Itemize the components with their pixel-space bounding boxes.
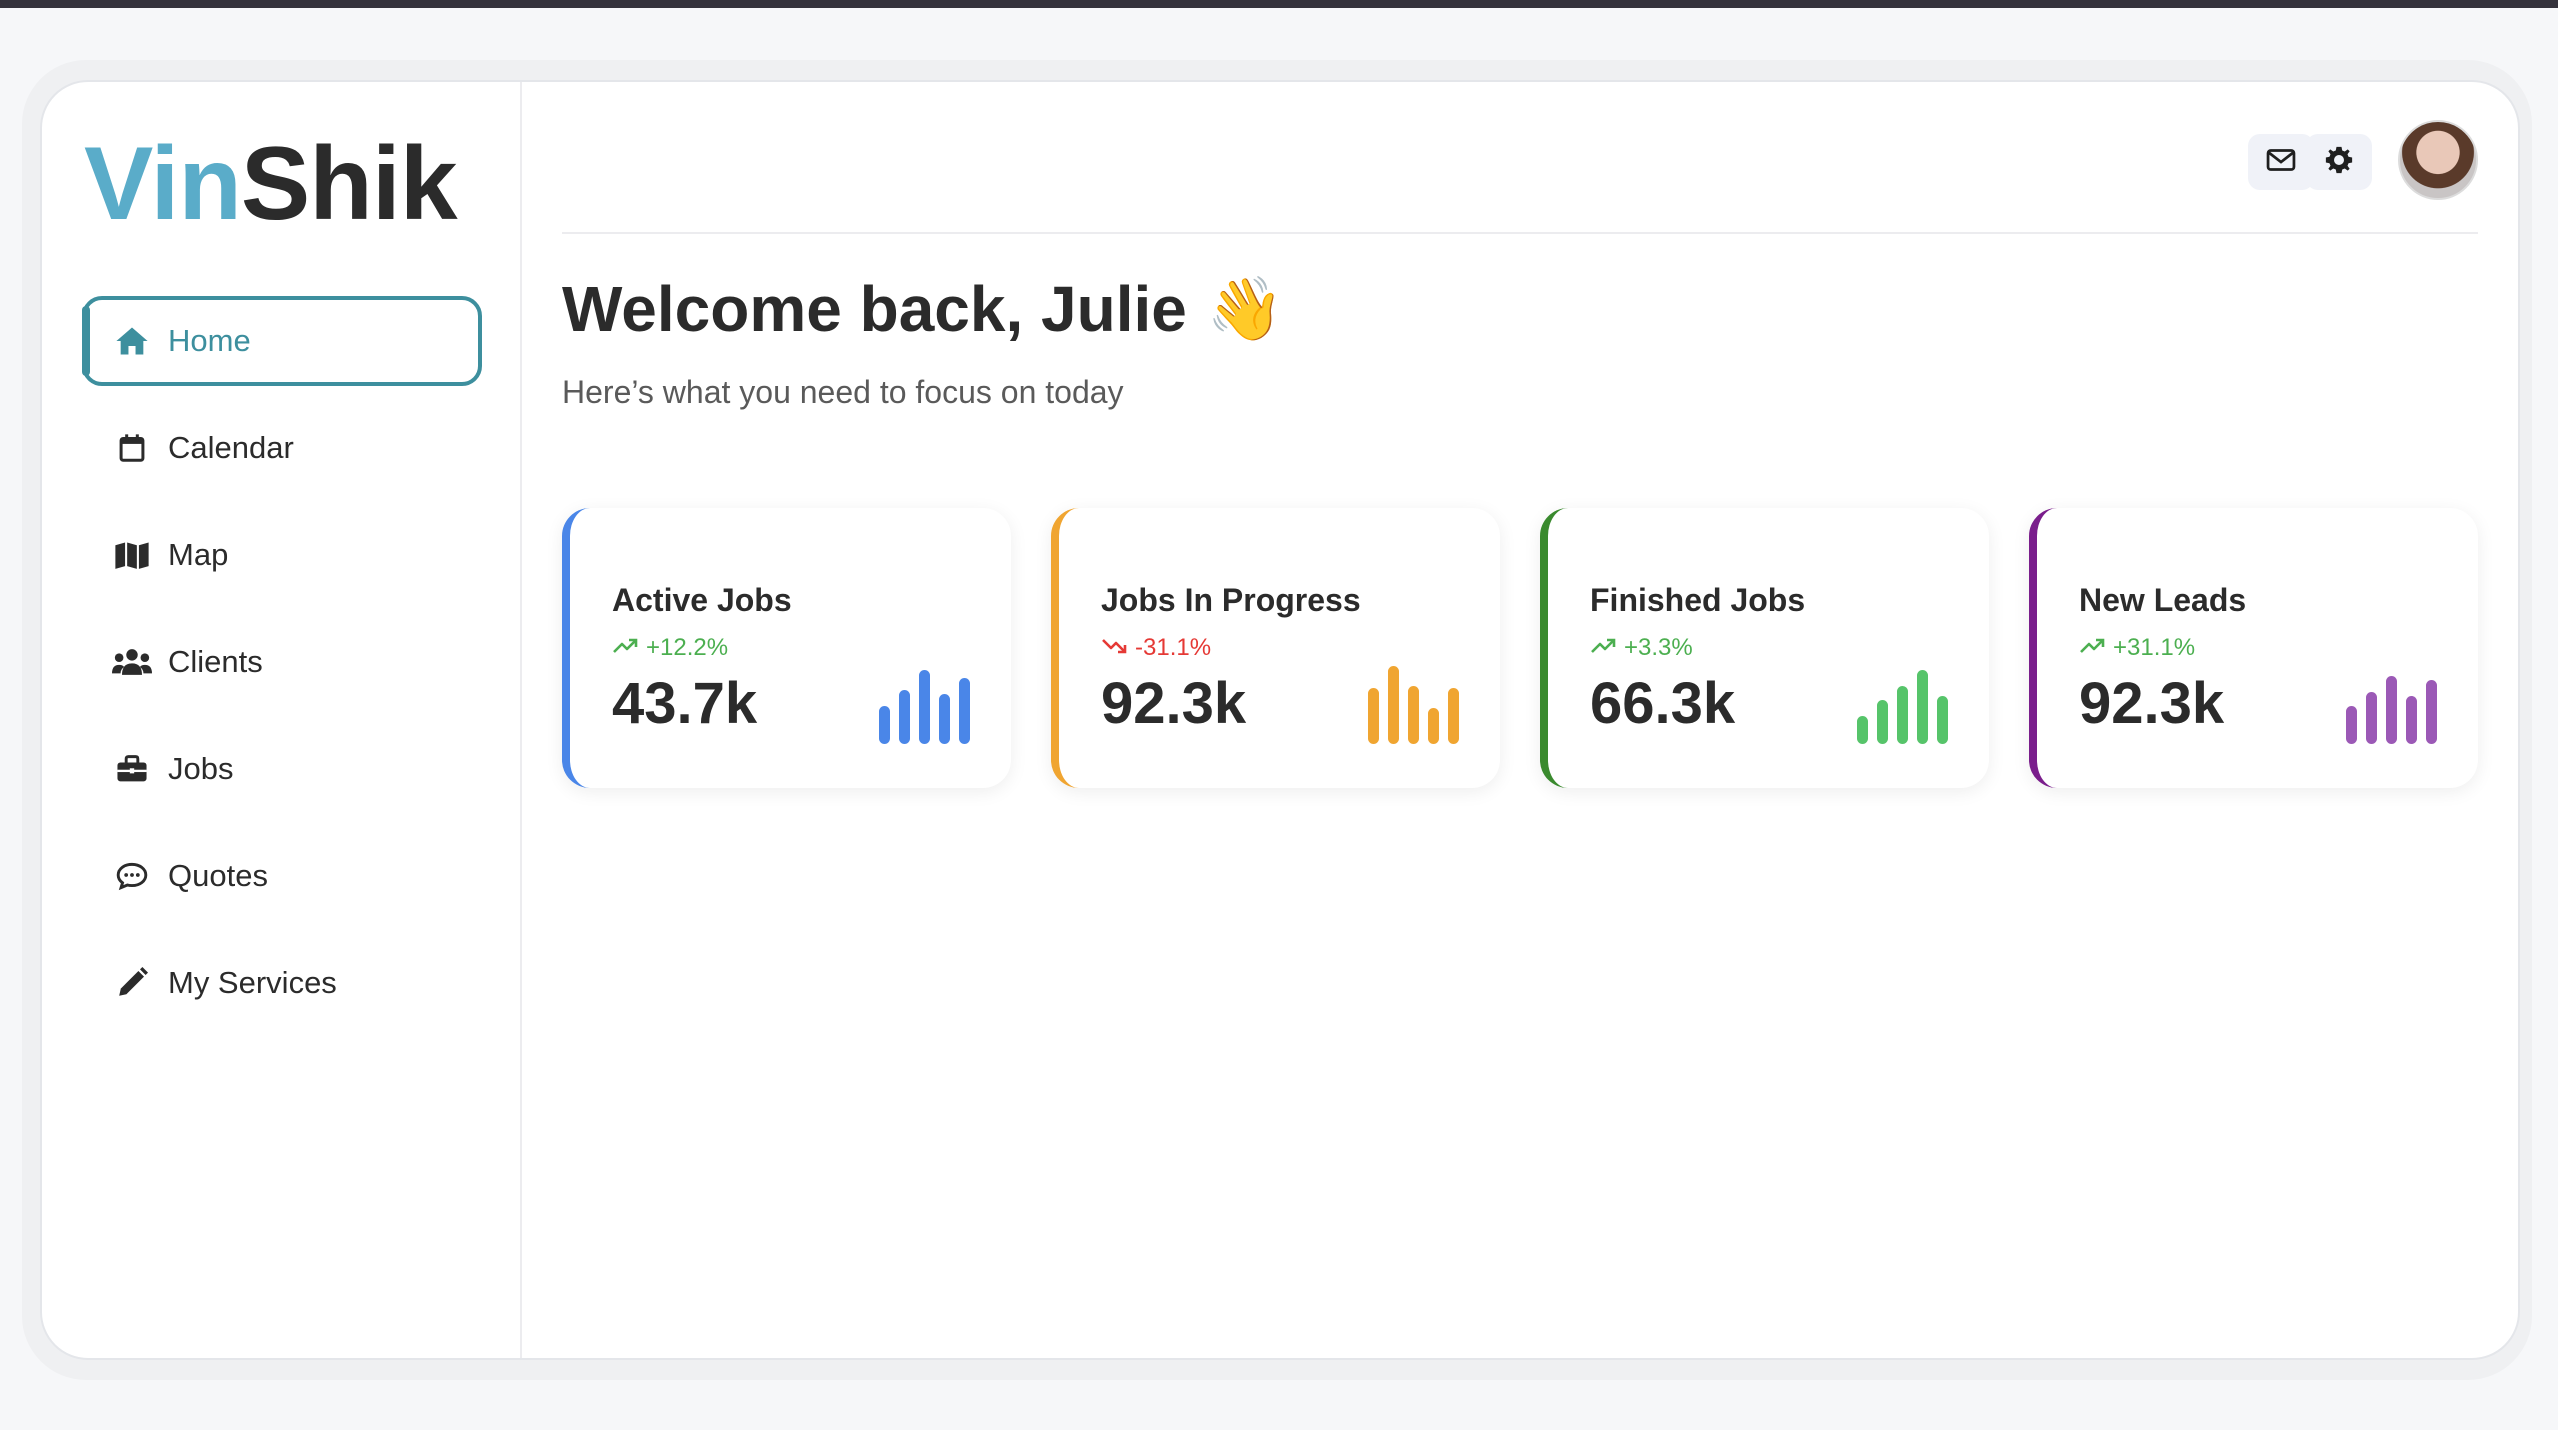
- sidebar-item-label: Quotes: [168, 858, 268, 893]
- sidebar: VinShik Home Calendar Map Clients Jobs Q…: [42, 82, 522, 1358]
- sidebar-item-label: Clients: [168, 644, 263, 679]
- app-window: VinShik Home Calendar Map Clients Jobs Q…: [40, 80, 2520, 1360]
- card-title: Active Jobs: [612, 582, 792, 618]
- stat-card-new-leads[interactable]: New Leads +31.1% 92.3k: [2029, 508, 2478, 788]
- mini-bar: [1877, 700, 1888, 744]
- main-content: Welcome back, Julie 👋 Here’s what you ne…: [522, 82, 2518, 1358]
- card-value: 43.7k: [612, 671, 758, 736]
- mini-bar: [1388, 666, 1399, 744]
- mini-bar-chart-icon: [879, 670, 970, 744]
- mini-bar-chart-icon: [1857, 670, 1948, 744]
- sidebar-item-quotes[interactable]: Quotes: [82, 831, 482, 921]
- card-trend: +3.3%: [1590, 634, 1693, 662]
- card-value: 92.3k: [2079, 671, 2225, 736]
- card-trend-value: +31.1%: [2113, 634, 2196, 661]
- sidebar-item-label: My Services: [168, 965, 337, 1000]
- sidebar-item-home[interactable]: Home: [82, 296, 482, 386]
- stat-card-active-jobs[interactable]: Active Jobs +12.2% 43.7k: [562, 508, 1011, 788]
- briefcase-icon: [112, 749, 152, 789]
- stats-cards: Active Jobs +12.2% 43.7k Jobs In Progres…: [562, 508, 2480, 788]
- mini-bar: [2406, 696, 2417, 744]
- mini-bar: [2366, 692, 2377, 744]
- mini-bar: [879, 706, 890, 744]
- sidebar-item-label: Jobs: [168, 751, 234, 786]
- trend-up-icon: [612, 634, 640, 662]
- card-trend: +31.1%: [2079, 634, 2195, 662]
- card-trend: -31.1%: [1101, 634, 1211, 662]
- sidebar-item-label: Map: [168, 537, 229, 572]
- mini-bar: [919, 670, 930, 744]
- card-trend-value: -31.1%: [1135, 634, 1212, 661]
- mini-bar: [2426, 680, 2437, 744]
- trend-up-icon: [2079, 634, 2107, 662]
- card-title: Finished Jobs: [1590, 582, 1806, 618]
- window-top-bar: [0, 0, 2558, 8]
- mini-bar: [1917, 670, 1928, 744]
- trend-up-icon: [1590, 634, 1618, 662]
- mini-bar: [1448, 688, 1459, 744]
- mini-bar: [1937, 696, 1948, 744]
- sidebar-item-map[interactable]: Map: [82, 510, 482, 600]
- map-icon: [112, 535, 152, 575]
- mini-bar: [1408, 686, 1419, 744]
- mail-icon: [2266, 148, 2296, 177]
- card-value: 66.3k: [1590, 671, 1736, 736]
- mini-bar: [1897, 686, 1908, 744]
- mini-bar: [1857, 716, 1868, 744]
- card-trend: +12.2%: [612, 634, 728, 662]
- home-icon: [112, 321, 152, 361]
- sidebar-item-jobs[interactable]: Jobs: [82, 724, 482, 814]
- logo-part-2: Shik: [240, 126, 458, 242]
- page-title: Welcome back, Julie 👋: [562, 272, 1284, 346]
- mini-bar-chart-icon: [1368, 666, 1459, 744]
- settings-button[interactable]: [2306, 134, 2372, 190]
- mini-bar: [959, 678, 970, 744]
- mini-bar: [2386, 676, 2397, 744]
- chat-bubble-icon: [112, 856, 152, 896]
- sidebar-item-clients[interactable]: Clients: [82, 617, 482, 707]
- mini-bar: [1368, 688, 1379, 744]
- mini-bar: [899, 690, 910, 744]
- stat-card-jobs-in-progress[interactable]: Jobs In Progress -31.1% 92.3k: [1051, 508, 1500, 788]
- header-divider: [562, 232, 2478, 234]
- sidebar-item-label: Calendar: [168, 430, 294, 465]
- stat-card-finished-jobs[interactable]: Finished Jobs +3.3% 66.3k: [1540, 508, 1989, 788]
- logo-part-1: Vin: [84, 126, 242, 242]
- page-subtitle: Here’s what you need to focus on today: [562, 374, 1124, 410]
- card-value: 92.3k: [1101, 671, 1247, 736]
- welcome-text: Welcome back, Julie: [562, 273, 1187, 345]
- card-title: New Leads: [2079, 582, 2247, 618]
- mini-bar: [2346, 706, 2357, 744]
- trend-down-icon: [1101, 634, 1129, 662]
- mini-bar: [939, 694, 950, 744]
- gear-icon: [2324, 145, 2354, 180]
- sidebar-item-label: Home: [168, 323, 251, 358]
- sidebar-nav: Home Calendar Map Clients Jobs Quotes My…: [82, 296, 482, 1045]
- wave-emoji: 👋: [1206, 274, 1285, 344]
- mini-bar: [1428, 708, 1439, 744]
- sidebar-item-calendar[interactable]: Calendar: [82, 403, 482, 493]
- pencil-icon: [112, 963, 152, 1003]
- avatar[interactable]: [2398, 120, 2478, 200]
- logo[interactable]: VinShik: [84, 122, 458, 247]
- card-title: Jobs In Progress: [1101, 582, 1361, 618]
- calendar-icon: [112, 428, 152, 468]
- mail-button[interactable]: [2248, 134, 2314, 190]
- card-trend-value: +12.2%: [646, 634, 729, 661]
- mini-bar-chart-icon: [2346, 676, 2437, 744]
- sidebar-item-my-services[interactable]: My Services: [82, 938, 482, 1028]
- clients-icon: [112, 642, 152, 682]
- card-trend-value: +3.3%: [1624, 634, 1693, 661]
